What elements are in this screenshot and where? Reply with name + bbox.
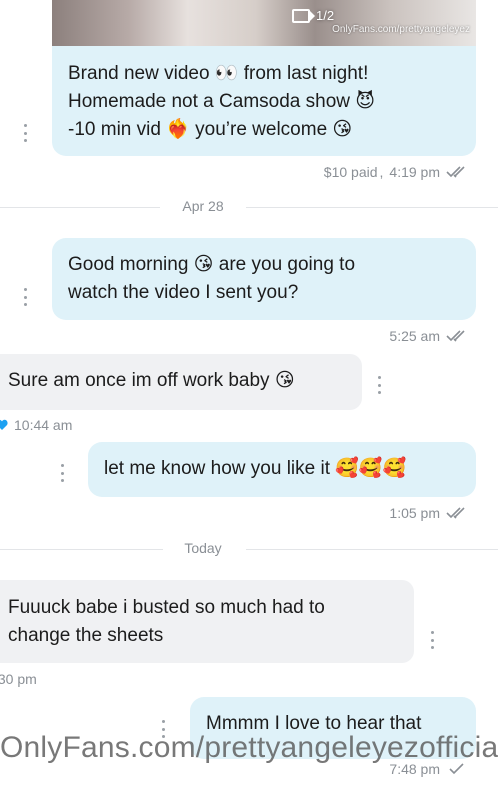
message-text-line: Brand new video 👀 from last night! xyxy=(68,63,369,84)
double-check-icon xyxy=(446,330,465,342)
message-text-line: let me know how you like it 🥰🥰🥰 xyxy=(104,458,407,479)
message-text-line: Sure am once im off work baby 😘 xyxy=(8,370,295,391)
more-options-icon[interactable] xyxy=(430,631,434,649)
media-preview[interactable]: 1/2 OnlyFans.com/prettyangeleyez xyxy=(52,0,476,46)
message-bubble-outgoing[interactable]: Brand new video 👀 from last night! Homem… xyxy=(52,46,476,156)
message-text-line: watch the video I sent you? xyxy=(68,282,299,303)
media-counter: 1/2 xyxy=(292,8,334,23)
message-meta: :30 pm xyxy=(0,671,37,687)
more-options-icon[interactable] xyxy=(60,464,64,482)
video-camera-icon xyxy=(292,8,315,23)
message-time: 4:19 pm xyxy=(389,164,440,180)
message-meta: 10:44 am xyxy=(0,417,72,433)
message-bubble-outgoing[interactable]: let me know how you like it 🥰🥰🥰 xyxy=(88,442,476,497)
date-separator: Today xyxy=(0,540,498,560)
message-text-line: Homemade not a Camsoda show 😈 xyxy=(68,91,376,112)
message-meta: 1:05 pm xyxy=(389,505,472,521)
media-thumbnail[interactable] xyxy=(52,0,476,46)
message-text-line: -10 min vid ❤️‍🔥 you’re welcome 😘 xyxy=(68,119,353,140)
message-text-line: change the sheets xyxy=(8,625,164,646)
message-time: 1:05 pm xyxy=(389,505,440,521)
message-time: 5:25 am xyxy=(389,328,440,344)
double-check-icon xyxy=(446,507,465,519)
paid-label: $10 paid xyxy=(323,164,378,180)
date-separator: Apr 28 xyxy=(0,198,498,218)
watermark-text: OnlyFans.com/prettyangeleyezofficial xyxy=(0,731,498,764)
message-meta: 5:25 am xyxy=(389,328,472,344)
more-options-icon[interactable] xyxy=(23,124,27,142)
double-check-icon xyxy=(446,166,465,178)
message-bubble-outgoing[interactable]: Good morning 😘 are you going to watch th… xyxy=(52,238,476,320)
message-time: :30 pm xyxy=(0,671,37,687)
like-heart-icon[interactable] xyxy=(0,419,8,431)
media-counter-text: 1/2 xyxy=(316,8,335,23)
meta-separator: , xyxy=(379,164,384,180)
media-watermark: OnlyFans.com/prettyangeleyez xyxy=(332,24,470,35)
date-label: Apr 28 xyxy=(182,198,224,214)
date-label: Today xyxy=(184,540,222,556)
message-meta: $10 paid, 4:19 pm xyxy=(324,164,472,180)
message-text-line: Fuuuck babe i busted so much had to xyxy=(8,597,325,618)
message-time: 10:44 am xyxy=(14,417,73,433)
message-text-line: Good morning 😘 are you going to xyxy=(68,254,356,275)
message-bubble-incoming[interactable]: Fuuuck babe i busted so much had to chan… xyxy=(0,580,414,663)
more-options-icon[interactable] xyxy=(377,376,381,394)
message-bubble-incoming[interactable]: Sure am once im off work baby 😘 xyxy=(0,354,362,410)
more-options-icon[interactable] xyxy=(23,288,27,306)
